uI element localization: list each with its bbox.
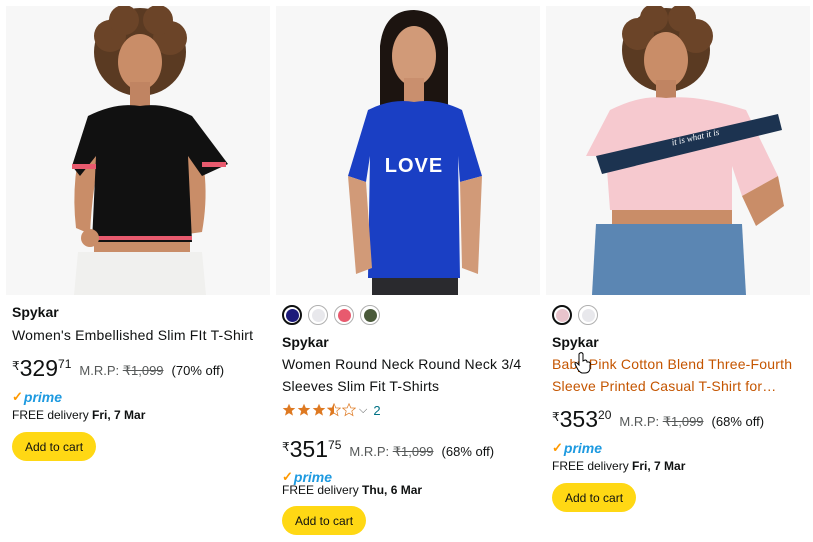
price-row[interactable]: ₹ 353 20 M.R.P: ₹1,099 (68% off)	[552, 406, 764, 432]
swatch-pink[interactable]	[334, 305, 354, 325]
product-title[interactable]: Women's Embellished Slim FIt T-Shirt	[12, 324, 264, 346]
chevron-down-icon[interactable]: ⌵	[359, 404, 367, 417]
add-to-cart-button[interactable]: Add to cart	[552, 483, 637, 512]
swatch-navy[interactable]	[282, 305, 302, 325]
price-row[interactable]: ₹ 329 71 M.R.P: ₹1,099 (70% off)	[12, 355, 224, 381]
product-brand: Spykar	[282, 334, 329, 350]
discount-text: (68% off)	[711, 414, 765, 429]
add-to-cart-button[interactable]: Add to cart	[12, 432, 97, 461]
star-empty-icon	[342, 403, 356, 417]
prime-check-icon: ✓	[12, 389, 23, 404]
mrp-value: ₹1,099	[392, 444, 434, 459]
review-count[interactable]: 2	[373, 403, 380, 418]
shirt-print-text: LOVE	[385, 155, 443, 177]
currency-symbol: ₹	[552, 410, 560, 424]
product-title[interactable]: Women Round Neck Round Neck 3/4 Sleeves …	[282, 353, 534, 397]
currency-symbol: ₹	[12, 359, 20, 373]
color-swatches[interactable]	[282, 305, 380, 327]
delivery-info: FREE delivery Fri, 7 Mar	[552, 459, 686, 473]
delivery-info: FREE delivery Fri, 7 Mar	[12, 408, 146, 422]
swatch-white[interactable]	[308, 305, 328, 325]
delivery-date: Thu, 6 Mar	[362, 483, 423, 497]
product-card-3[interactable]: it is what it is Spykar Baby Pink Cotton…	[546, 6, 810, 542]
star-full-icon	[297, 403, 311, 416]
price-fraction: 75	[328, 438, 342, 452]
prime-badge: ✓ prime	[552, 440, 603, 456]
product-card-1[interactable]: Spykar Women's Embellished Slim FIt T-Sh…	[6, 6, 270, 542]
star-full-icon	[282, 403, 296, 416]
swatch-baby-pink[interactable]	[552, 305, 572, 325]
prime-check-icon: ✓	[552, 440, 563, 455]
prime-badge: ✓ prime	[12, 389, 63, 405]
product-brand: Spykar	[12, 304, 59, 320]
delivery-date: Fri, 7 Mar	[92, 408, 146, 422]
mrp-value: ₹1,099	[662, 414, 704, 429]
mrp-label: M.R.P: ₹1,099	[79, 363, 164, 378]
currency-symbol: ₹	[282, 440, 290, 454]
delivery-info: FREE delivery Thu, 6 Mar	[282, 483, 423, 497]
price-whole: 329	[19, 355, 59, 381]
price-fraction: 20	[598, 408, 612, 422]
product-brand: Spykar	[552, 334, 599, 350]
pink-crop-tshirt-photo: it is what it is	[586, 6, 784, 295]
hand-cursor-icon	[574, 352, 591, 374]
star-rating[interactable]: ⌵ 2	[282, 402, 381, 418]
swatch-olive[interactable]	[360, 305, 380, 325]
discount-text: (68% off)	[441, 444, 495, 459]
product-card-2[interactable]: LOVE Spykar Women Round Neck Round Neck …	[276, 6, 540, 542]
mrp-label: M.R.P: ₹1,099	[349, 444, 434, 459]
price-whole: 351	[289, 436, 329, 462]
color-swatches[interactable]	[552, 305, 598, 327]
star-half-icon	[327, 403, 341, 417]
product-image[interactable]	[6, 6, 270, 295]
discount-text: (70% off)	[171, 363, 225, 378]
star-full-icon	[312, 403, 326, 416]
price-row[interactable]: ₹ 351 75 M.R.P: ₹1,099 (68% off)	[282, 436, 494, 462]
price-whole: 353	[559, 406, 599, 432]
product-image[interactable]: LOVE	[276, 6, 540, 295]
product-image[interactable]: it is what it is	[546, 6, 810, 295]
add-to-cart-button[interactable]: Add to cart	[282, 506, 367, 535]
swatch-white[interactable]	[578, 305, 598, 325]
black-crop-top-photo	[72, 6, 228, 295]
mrp-label: M.R.P: ₹1,099	[619, 414, 704, 429]
mrp-value: ₹1,099	[122, 363, 164, 378]
blue-love-tshirt-photo: LOVE	[348, 10, 482, 295]
delivery-date: Fri, 7 Mar	[632, 459, 686, 473]
price-fraction: 71	[58, 357, 72, 371]
